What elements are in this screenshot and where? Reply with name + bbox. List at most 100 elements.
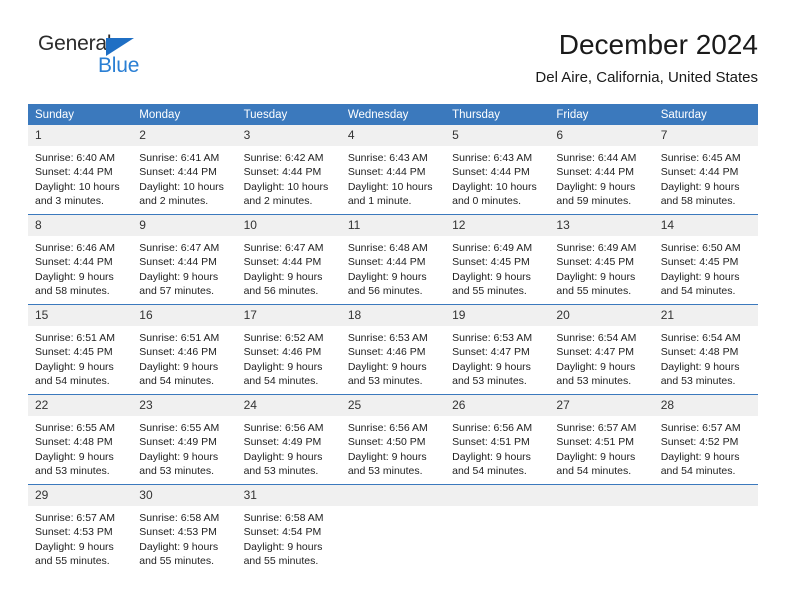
daylight-text-line1: Daylight: 9 hours xyxy=(35,450,114,463)
daylight-text-line2: and 55 minutes. xyxy=(452,285,527,298)
day-cell[interactable]: 25 Sunrise: 6:56 AM Sunset: 4:50 PM Dayl… xyxy=(340,394,446,485)
sunrise-text: Sunrise: 6:43 AM xyxy=(452,152,533,164)
daylight-text-line2: and 54 minutes. xyxy=(243,375,319,388)
day-cell[interactable]: 5 Sunrise: 6:43 AM Sunset: 4:44 PM Dayli… xyxy=(445,125,550,215)
day-cell[interactable]: 14 Sunrise: 6:50 AM Sunset: 4:45 PM Dayl… xyxy=(653,214,758,305)
day-number: 17 xyxy=(236,305,341,326)
day-details: Sunrise: 6:50 AM Sunset: 4:45 PM Dayligh… xyxy=(654,236,758,299)
sunset-text: Sunset: 4:48 PM xyxy=(35,436,113,449)
day-number: 8 xyxy=(28,215,133,236)
day-details: Sunrise: 6:47 AM Sunset: 4:44 PM Dayligh… xyxy=(237,236,341,299)
title-block: December 2024 Del Aire, California, Unit… xyxy=(535,28,758,87)
daylight-text-line1: Daylight: 10 hours xyxy=(139,180,224,193)
day-details: Sunrise: 6:49 AM Sunset: 4:45 PM Dayligh… xyxy=(445,236,549,299)
day-details: Sunrise: 6:54 AM Sunset: 4:47 PM Dayligh… xyxy=(549,326,653,389)
sunrise-text: Sunrise: 6:46 AM xyxy=(35,242,115,254)
sunset-text: Sunset: 4:49 PM xyxy=(243,436,322,449)
sunrise-text: Sunrise: 6:53 AM xyxy=(452,332,533,344)
day-cell[interactable]: 6 Sunrise: 6:44 AM Sunset: 4:44 PM Dayli… xyxy=(549,125,654,215)
sunset-text: Sunset: 4:45 PM xyxy=(660,256,739,269)
daylight-text-line2: and 55 minutes. xyxy=(556,285,632,298)
day-number: 22 xyxy=(28,395,133,416)
day-details: Sunrise: 6:55 AM Sunset: 4:48 PM Dayligh… xyxy=(28,416,132,479)
daylight-text-line2: and 2 minutes. xyxy=(243,195,313,208)
day-cell[interactable]: 24 Sunrise: 6:56 AM Sunset: 4:49 PM Dayl… xyxy=(236,394,341,485)
day-cell[interactable]: 4 Sunrise: 6:43 AM Sunset: 4:44 PM Dayli… xyxy=(340,125,446,215)
sunset-text: Sunset: 4:44 PM xyxy=(556,166,635,179)
calendar-week-row: 1 Sunrise: 6:40 AM Sunset: 4:44 PM Dayli… xyxy=(28,125,758,215)
sunrise-text: Sunrise: 6:55 AM xyxy=(139,422,220,434)
sunrise-text: Sunrise: 6:50 AM xyxy=(660,242,741,254)
day-cell[interactable]: 15 Sunrise: 6:51 AM Sunset: 4:45 PM Dayl… xyxy=(28,304,133,395)
day-cell[interactable]: 31 Sunrise: 6:58 AM Sunset: 4:54 PM Dayl… xyxy=(236,484,341,574)
day-cell[interactable]: 29 Sunrise: 6:57 AM Sunset: 4:53 PM Dayl… xyxy=(28,484,133,574)
day-cell[interactable]: 17 Sunrise: 6:52 AM Sunset: 4:46 PM Dayl… xyxy=(236,304,341,395)
daylight-text-line2: and 53 minutes. xyxy=(452,375,527,388)
sunset-text: Sunset: 4:44 PM xyxy=(452,166,530,179)
day-cell[interactable]: 20 Sunrise: 6:54 AM Sunset: 4:47 PM Dayl… xyxy=(549,304,654,395)
sunrise-text: Sunrise: 6:40 AM xyxy=(35,152,115,164)
day-cell[interactable]: 22 Sunrise: 6:55 AM Sunset: 4:48 PM Dayl… xyxy=(28,394,133,485)
day-details: Sunrise: 6:48 AM Sunset: 4:44 PM Dayligh… xyxy=(341,236,445,299)
daylight-text-line1: Daylight: 9 hours xyxy=(660,270,740,283)
daylight-text-line2: and 53 minutes. xyxy=(660,375,736,388)
day-cell[interactable]: 26 Sunrise: 6:56 AM Sunset: 4:51 PM Dayl… xyxy=(445,394,550,485)
day-details: Sunrise: 6:47 AM Sunset: 4:44 PM Dayligh… xyxy=(132,236,236,299)
sunset-text: Sunset: 4:49 PM xyxy=(139,436,217,449)
day-number: 10 xyxy=(236,215,341,236)
day-number: 29 xyxy=(28,485,133,506)
daylight-text-line2: and 56 minutes. xyxy=(347,285,423,298)
sunset-text: Sunset: 4:53 PM xyxy=(139,526,217,539)
daylight-text-line1: Daylight: 9 hours xyxy=(139,270,219,283)
daylight-text-line1: Daylight: 9 hours xyxy=(556,360,636,373)
day-cell[interactable]: 21 Sunrise: 6:54 AM Sunset: 4:48 PM Dayl… xyxy=(653,304,758,395)
day-details: Sunrise: 6:57 AM Sunset: 4:53 PM Dayligh… xyxy=(28,506,132,569)
daylight-text-line2: and 1 minute. xyxy=(347,195,412,208)
sunrise-text: Sunrise: 6:51 AM xyxy=(139,332,220,344)
logo-text-general: General xyxy=(38,32,112,55)
day-cell[interactable]: 30 Sunrise: 6:58 AM Sunset: 4:53 PM Dayl… xyxy=(132,484,237,574)
day-cell-empty xyxy=(549,484,654,574)
day-number xyxy=(653,485,758,506)
daylight-text-line2: and 53 minutes. xyxy=(35,465,110,478)
sunset-text: Sunset: 4:44 PM xyxy=(35,166,113,179)
day-cell[interactable]: 12 Sunrise: 6:49 AM Sunset: 4:45 PM Dayl… xyxy=(445,214,550,305)
day-cell[interactable]: 13 Sunrise: 6:49 AM Sunset: 4:45 PM Dayl… xyxy=(549,214,654,305)
daylight-text-line1: Daylight: 10 hours xyxy=(452,180,537,193)
day-cell[interactable]: 1 Sunrise: 6:40 AM Sunset: 4:44 PM Dayli… xyxy=(28,125,133,215)
page-title: December 2024 xyxy=(558,29,758,60)
sunset-text: Sunset: 4:44 PM xyxy=(139,166,217,179)
day-number: 1 xyxy=(28,125,133,146)
sunset-text: Sunset: 4:51 PM xyxy=(452,436,530,449)
day-cell[interactable]: 10 Sunrise: 6:47 AM Sunset: 4:44 PM Dayl… xyxy=(236,214,341,305)
day-number: 9 xyxy=(132,215,237,236)
sunset-text: Sunset: 4:46 PM xyxy=(347,346,426,359)
day-cell[interactable]: 8 Sunrise: 6:46 AM Sunset: 4:44 PM Dayli… xyxy=(28,214,133,305)
daylight-text-line2: and 54 minutes. xyxy=(660,285,736,298)
day-details: Sunrise: 6:51 AM Sunset: 4:46 PM Dayligh… xyxy=(132,326,236,389)
day-cell[interactable]: 19 Sunrise: 6:53 AM Sunset: 4:47 PM Dayl… xyxy=(445,304,550,395)
daylight-text-line1: Daylight: 9 hours xyxy=(35,360,114,373)
daylight-text-line1: Daylight: 10 hours xyxy=(347,180,433,193)
daylight-text-line1: Daylight: 9 hours xyxy=(139,450,219,463)
sunrise-text: Sunrise: 6:41 AM xyxy=(139,152,220,164)
day-cell[interactable]: 18 Sunrise: 6:53 AM Sunset: 4:46 PM Dayl… xyxy=(340,304,446,395)
day-cell-empty xyxy=(653,484,758,574)
day-cell[interactable]: 9 Sunrise: 6:47 AM Sunset: 4:44 PM Dayli… xyxy=(132,214,237,305)
sunrise-text: Sunrise: 6:58 AM xyxy=(139,512,220,524)
day-cell[interactable]: 11 Sunrise: 6:48 AM Sunset: 4:44 PM Dayl… xyxy=(340,214,446,305)
day-cell[interactable]: 27 Sunrise: 6:57 AM Sunset: 4:51 PM Dayl… xyxy=(549,394,654,485)
day-cell[interactable]: 16 Sunrise: 6:51 AM Sunset: 4:46 PM Dayl… xyxy=(132,304,237,395)
daylight-text-line2: and 53 minutes. xyxy=(243,465,319,478)
day-cell[interactable]: 28 Sunrise: 6:57 AM Sunset: 4:52 PM Dayl… xyxy=(653,394,758,485)
weekday-header-wednesday: Wednesday xyxy=(340,104,446,125)
daylight-text-line2: and 2 minutes. xyxy=(139,195,209,208)
day-cell[interactable]: 7 Sunrise: 6:45 AM Sunset: 4:44 PM Dayli… xyxy=(653,125,758,215)
day-cell[interactable]: 3 Sunrise: 6:42 AM Sunset: 4:44 PM Dayli… xyxy=(236,125,341,215)
day-cell[interactable]: 2 Sunrise: 6:41 AM Sunset: 4:44 PM Dayli… xyxy=(132,125,237,215)
day-number: 18 xyxy=(340,305,446,326)
day-cell[interactable]: 23 Sunrise: 6:55 AM Sunset: 4:49 PM Dayl… xyxy=(132,394,237,485)
sunrise-text: Sunrise: 6:55 AM xyxy=(35,422,115,434)
sunrise-text: Sunrise: 6:56 AM xyxy=(243,422,324,434)
general-blue-logo[interactable]: General Blue xyxy=(38,32,158,88)
